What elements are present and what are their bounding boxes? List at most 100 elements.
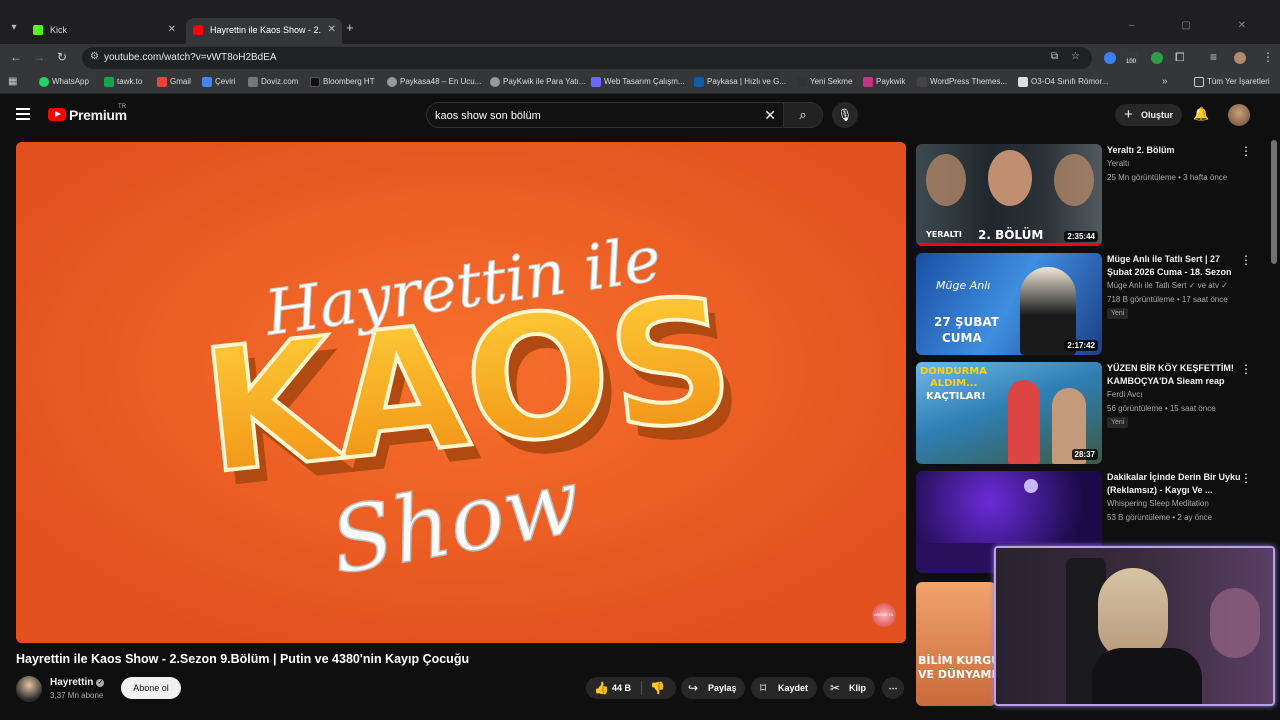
thumbs-up-icon[interactable]: 👍 bbox=[594, 677, 609, 699]
search-input[interactable]: kaos show son bölüm ✕ bbox=[426, 102, 784, 128]
tab-close-icon[interactable]: ✕ bbox=[168, 18, 176, 42]
whatsapp-icon bbox=[39, 77, 49, 87]
tab-close-icon[interactable]: ✕ bbox=[328, 18, 336, 42]
tab-title: Kick bbox=[50, 25, 68, 35]
extensions-puzzle-icon[interactable]: ⧠ bbox=[1175, 50, 1185, 65]
scissors-icon: ✂ bbox=[830, 681, 841, 695]
youtube-header: Premium TR kaos show son bölüm ✕ ⌕ 🎙 + O… bbox=[0, 94, 1280, 138]
window-controls[interactable]: – ▢ ✕ bbox=[1129, 20, 1268, 31]
bookmark-item[interactable]: Bloomberg HT bbox=[310, 77, 375, 87]
site-info-icon[interactable]: ⚙ bbox=[90, 51, 99, 62]
recommendation-item[interactable]: Müge Anlı 27 ŞUBAT CUMA 2:17:42 Müge Anl… bbox=[916, 253, 1270, 357]
bookmark-item[interactable]: O3-O4 Sınıfı Römor... bbox=[1018, 77, 1108, 87]
search-button[interactable]: ⌕ bbox=[783, 102, 823, 128]
clear-search-icon[interactable]: ✕ bbox=[764, 107, 776, 124]
site-icon bbox=[1018, 77, 1028, 87]
voice-search-button[interactable]: 🎙 bbox=[832, 102, 858, 128]
bookmark-item[interactable]: WhatsApp bbox=[39, 77, 89, 87]
more-actions-button[interactable]: ⋯ bbox=[882, 677, 904, 699]
teddy-bear bbox=[1210, 588, 1260, 658]
extension-badge: 100 bbox=[1126, 59, 1137, 65]
translate-icon bbox=[202, 77, 212, 87]
recommendation-item[interactable]: YERALTI 2. BÖLÜM 2:35:44 Yeraltı 2. Bölü… bbox=[916, 144, 1270, 248]
more-bookmarks-icon[interactable]: » bbox=[1162, 76, 1168, 87]
like-count: 44 B bbox=[612, 683, 632, 693]
gmail-icon bbox=[157, 77, 167, 87]
notifications-bell-icon[interactable]: 🔔 bbox=[1193, 106, 1209, 122]
channel-avatar[interactable] bbox=[16, 676, 42, 702]
recommendation-channel: Yeraltı bbox=[1107, 159, 1130, 168]
bookmark-item[interactable]: Gmail bbox=[157, 77, 191, 87]
new-badge: Yeni bbox=[1107, 308, 1129, 319]
menu-kebab-icon[interactable]: ⋮ bbox=[1262, 50, 1274, 64]
media-controls-icon[interactable]: ≡ bbox=[1210, 50, 1217, 64]
profile-icon[interactable] bbox=[1234, 52, 1246, 64]
account-avatar[interactable] bbox=[1228, 104, 1250, 126]
streamer-body bbox=[1092, 648, 1202, 704]
video-thumbnail-art: Hayrettin ile KAOS KAOS Show bbox=[16, 142, 906, 643]
reload-icon[interactable]: ↻ bbox=[57, 50, 67, 64]
back-icon[interactable]: ← bbox=[10, 50, 22, 64]
tawk-icon bbox=[104, 77, 114, 87]
channel-name[interactable]: Hayrettin ✓ bbox=[50, 677, 105, 688]
recommendation-meta: 718 B görüntüleme • 17 saat önce bbox=[1107, 295, 1228, 304]
bookmark-star-icon[interactable]: ☆ bbox=[1071, 51, 1080, 62]
bookmark-item[interactable]: Web Tasarım Çalışm... bbox=[591, 77, 685, 87]
install-icon[interactable]: ⧉ bbox=[1051, 51, 1058, 62]
extension-icon[interactable] bbox=[1104, 52, 1116, 64]
thumbs-down-icon[interactable]: 👎 bbox=[650, 677, 665, 699]
paykasa-icon bbox=[694, 77, 704, 87]
bookmark-item[interactable]: WordPress Themes... bbox=[917, 77, 1007, 87]
more-vert-icon[interactable]: ⋮ bbox=[1240, 253, 1252, 267]
recommendation-title: YÜZEN BİR KÖY KEŞFETTİM! KAMBOÇYA'DA Sie… bbox=[1107, 363, 1234, 386]
more-vert-icon[interactable]: ⋮ bbox=[1240, 471, 1252, 485]
address-bar[interactable]: ⚙ youtube.com/watch?v=vWT8oH2BdEA ⧉ ☆ bbox=[82, 47, 1092, 69]
subscribe-watermark[interactable]: ABONE OL bbox=[872, 603, 896, 627]
tab-youtube[interactable]: Hayrettin ile Kaos Show - 2. ✕ bbox=[186, 18, 342, 44]
forward-icon[interactable]: → bbox=[33, 50, 45, 64]
more-vert-icon[interactable]: ⋮ bbox=[1240, 144, 1252, 158]
all-bookmarks[interactable]: Tüm Yer İşaretleri bbox=[1194, 77, 1270, 87]
bookmark-icon: ⌑ bbox=[760, 681, 767, 695]
new-badge: Yeni bbox=[1107, 417, 1129, 428]
clip-button[interactable]: ✂ Klip bbox=[823, 677, 875, 699]
subscribe-button[interactable]: Abone ol bbox=[121, 677, 181, 699]
kick-favicon-icon bbox=[33, 25, 43, 35]
video-thumbnail[interactable]: Müge Anlı 27 ŞUBAT CUMA 2:17:42 bbox=[916, 253, 1102, 355]
recommendation-title: Dakikalar İçinde Derin Bir Uyku (Reklams… bbox=[1107, 472, 1241, 495]
share-button[interactable]: ↪ Paylaş bbox=[681, 677, 745, 699]
more-vert-icon[interactable]: ⋮ bbox=[1240, 362, 1252, 376]
video-player[interactable]: Hayrettin ile KAOS KAOS Show ABONE OL bbox=[16, 142, 906, 643]
bookmark-item[interactable]: Çeviri bbox=[202, 77, 235, 87]
webcam-overlay bbox=[994, 546, 1275, 706]
tab-kick[interactable]: Kick ✕ bbox=[26, 18, 182, 44]
extension-icon[interactable] bbox=[1151, 52, 1163, 64]
paykwik-icon bbox=[863, 77, 873, 87]
subscriber-count: 3,37 Mn abone bbox=[50, 691, 104, 700]
save-button[interactable]: ⌑ Kaydet bbox=[751, 677, 817, 699]
apps-grid-icon[interactable]: ▦ bbox=[8, 76, 17, 87]
bookmark-item[interactable]: Yeni Sekme bbox=[797, 77, 852, 87]
video-thumbnail[interactable]: DONDURMA ALDIM... KAÇTILAR! 28:37 bbox=[916, 362, 1102, 464]
video-thumbnail[interactable]: BİLİM KURGU VE DÜNYAMI bbox=[916, 582, 996, 706]
recommendation-item[interactable]: DONDURMA ALDIM... KAÇTILAR! 28:37 YÜZEN … bbox=[916, 362, 1270, 466]
recommendation-channel: Ferdi Avcı bbox=[1107, 390, 1143, 399]
bookmark-item[interactable]: PayKwik ile Para Yatı... bbox=[490, 77, 585, 87]
menu-hamburger-icon[interactable] bbox=[16, 108, 30, 120]
verified-check-icon: ✓ bbox=[96, 679, 105, 687]
bookmark-item[interactable]: tawk.to bbox=[104, 77, 142, 87]
bookmark-item[interactable]: Paykasa | Hızlı ve G... bbox=[694, 77, 786, 87]
tab-search-chevron-icon[interactable]: ▾ bbox=[6, 20, 22, 36]
video-thumbnail[interactable]: YERALTI 2. BÖLÜM 2:35:44 bbox=[916, 144, 1102, 246]
bookmark-item[interactable]: Doviz.com bbox=[248, 77, 298, 87]
url-text: youtube.com/watch?v=vWT8oH2BdEA bbox=[104, 52, 277, 63]
more-horiz-icon: ⋯ bbox=[888, 683, 898, 693]
bookmark-item[interactable]: Paykasa48 – En Ucu... bbox=[387, 77, 481, 87]
recommendation-meta: 56 görüntüleme • 15 saat önce bbox=[1107, 404, 1216, 413]
sidebar-scrollbar[interactable] bbox=[1271, 140, 1277, 264]
globe-icon bbox=[490, 77, 500, 87]
create-button[interactable]: + Oluştur bbox=[1115, 104, 1182, 126]
browser-toolbar: ← → ↻ ⚙ youtube.com/watch?v=vWT8oH2BdEA … bbox=[0, 44, 1280, 72]
bookmark-item[interactable]: Paykwik bbox=[863, 77, 905, 87]
new-tab-icon[interactable]: + bbox=[346, 20, 354, 35]
